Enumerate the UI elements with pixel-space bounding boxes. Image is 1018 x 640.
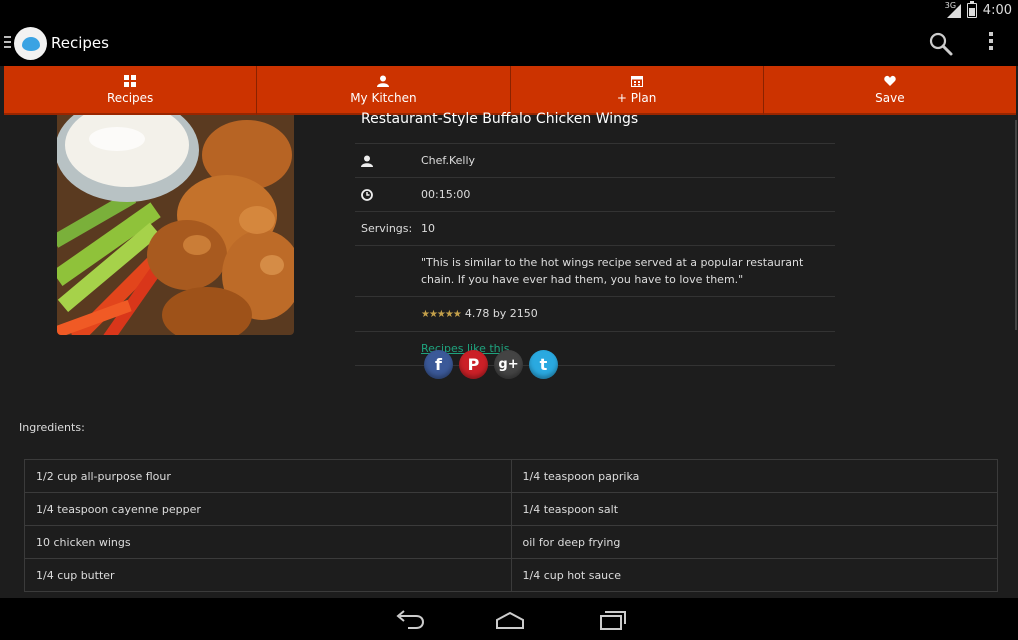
ingredient-item: oil for deep frying [510,525,998,559]
table-row: 1/4 cup butter 1/4 cup hot sauce [24,558,998,592]
heart-icon [884,75,896,86]
author-row: Chef.Kelly [355,143,835,177]
ingredient-item: 10 chicken wings [24,525,512,559]
clock: 4:00 [982,3,1012,18]
author-name[interactable]: Chef.Kelly [421,144,835,177]
prep-time: 00:15:00 [421,188,471,201]
tab-my-kitchen[interactable]: My Kitchen [257,66,511,115]
person-icon [361,155,373,167]
servings-row: Servings: 10 [355,211,835,245]
person-icon [377,75,390,87]
tab-label: + Plan [616,90,657,105]
tab-plan[interactable]: + Plan [510,66,764,115]
recipe-description: "This is similar to the hot wings recipe… [421,256,804,286]
back-icon[interactable] [390,606,430,632]
rating-stars-icon[interactable]: ★★★★★ [421,309,462,320]
ingredient-item: 1/4 cup butter [24,558,512,592]
table-row: 10 chicken wings oil for deep frying [24,525,998,559]
tab-save[interactable]: Save [763,66,1016,115]
ingredient-item: 1/4 cup hot sauce [510,558,998,592]
search-icon[interactable] [928,31,954,57]
time-row: 00:15:00 [355,177,835,211]
servings-value: 10 [421,222,435,235]
ingredient-item: 1/4 teaspoon paprika [510,459,998,493]
home-icon[interactable] [490,606,530,632]
overflow-menu-icon[interactable] [983,32,999,56]
signal-icon: 3G [945,1,961,18]
ingredient-item: 1/4 teaspoon salt [510,492,998,526]
tab-recipes[interactable]: Recipes [4,66,258,115]
table-row: 1/4 teaspoon cayenne pepper 1/4 teaspoon… [24,492,998,526]
bird-icon [21,36,40,51]
tab-label: My Kitchen [350,90,417,105]
recipe-info: Chef.Kelly 00:15:00 Servings: 10 "This i… [355,143,835,366]
servings-label: Servings: [361,222,413,235]
recipe-photo [57,115,294,335]
ingredients-heading: Ingredients: [19,421,85,434]
drawer-indicator-icon[interactable] [4,36,11,50]
facebook-icon[interactable]: f [424,350,453,379]
share-buttons: f P g+ t [424,350,558,379]
description-row: "This is similar to the hot wings recipe… [355,245,835,296]
recipe-title: Restaurant-Style Buffalo Chicken Wings [361,111,639,127]
battery-icon [966,1,977,18]
app-title[interactable]: Recipes [51,34,109,52]
tab-bar: Recipes My Kitchen + Plan Save [4,66,1016,115]
twitter-icon[interactable]: t [529,350,558,379]
app-logo[interactable] [14,27,47,60]
ingredient-item: 1/4 teaspoon cayenne pepper [24,492,512,526]
ingredient-item: 1/2 cup all-purpose flour [24,459,512,493]
tab-label: Recipes [106,90,154,105]
status-bar: 3G 4:00 [0,0,1018,22]
grid-icon [124,74,137,87]
recent-apps-icon[interactable] [592,606,632,632]
scrollbar[interactable] [1015,120,1017,330]
table-row: 1/2 cup all-purpose flour 1/4 teaspoon p… [24,459,998,493]
navigation-bar [0,598,1018,640]
google-plus-icon[interactable]: g+ [494,350,523,379]
pinterest-icon[interactable]: P [459,350,488,379]
tab-label: Save [875,90,905,105]
calendar-icon [630,75,643,87]
clock-icon [361,188,373,201]
ingredients-table: 1/2 cup all-purpose flour 1/4 teaspoon p… [24,459,998,592]
action-bar: Recipes [0,22,1018,66]
rating-row: ★★★★★ 4.78 by 2150 [355,296,835,331]
rating-text: 4.78 by 2150 [464,307,538,320]
